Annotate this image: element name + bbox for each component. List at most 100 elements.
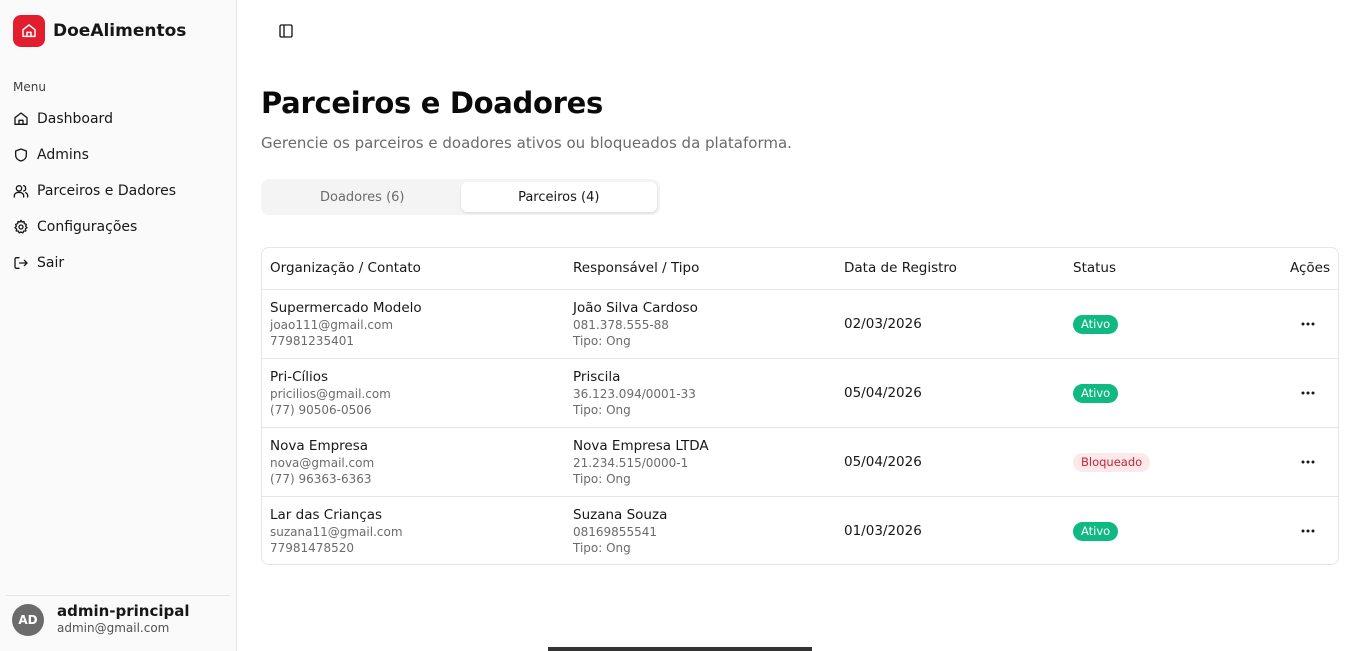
app-root: DoeAlimentos Menu Dashboard Admins Parce… — [0, 0, 1363, 651]
org-email: suzana11@gmail.com — [270, 524, 403, 539]
home-icon — [14, 112, 28, 125]
more-horizontal-icon — [1301, 529, 1315, 533]
row-actions-button[interactable] — [1296, 312, 1320, 336]
row-actions-button[interactable] — [1296, 381, 1320, 405]
sidebar-toggle-button[interactable] — [272, 17, 300, 45]
cell-organizacao: Supermercado Modelo joao111@gmail.com 77… — [262, 289, 565, 358]
cell-status: Ativo — [1065, 289, 1265, 358]
cell-acoes — [1265, 289, 1338, 358]
page-title: Parceiros e Doadores — [261, 86, 603, 120]
menu-label: Menu — [13, 80, 46, 94]
cell-data: 02/03/2026 — [844, 315, 922, 332]
org-phone: (77) 96363-6363 — [270, 471, 372, 486]
org-email: joao111@gmail.com — [270, 317, 394, 332]
user-name: admin-principal — [57, 602, 190, 620]
cell-status: Bloqueado — [1065, 427, 1265, 496]
col-header-acoes: Ações — [1265, 248, 1338, 290]
responsavel-tipo: Tipo: Ong — [573, 402, 631, 417]
responsavel-doc: 081.378.555-88 — [573, 317, 669, 332]
main-content: Parceiros e Doadores Gerencie os parceir… — [237, 0, 1363, 651]
sidebar-item-label: Admins — [37, 147, 89, 163]
page-subtitle: Gerencie os parceiros e doadores ativos … — [261, 134, 792, 152]
row-actions-button[interactable] — [1296, 519, 1320, 543]
tab-doadores[interactable]: Doadores (6) — [264, 182, 461, 212]
cell-data: 01/03/2026 — [844, 522, 922, 539]
cell-status: Ativo — [1065, 358, 1265, 427]
status-badge: Ativo — [1073, 315, 1119, 334]
more-horizontal-icon — [1301, 460, 1315, 464]
cell-responsavel: João Silva Cardoso 081.378.555-88 Tipo: … — [565, 289, 836, 358]
cell-responsavel: Priscila 36.123.094/0001-33 Tipo: Ong — [565, 358, 836, 427]
status-badge: Ativo — [1073, 384, 1119, 403]
responsavel-doc: 21.234.515/0000-1 — [573, 455, 689, 470]
status-badge: Ativo — [1073, 522, 1119, 542]
responsavel-name: Suzana Souza — [573, 506, 668, 523]
col-header-status: Status — [1065, 248, 1265, 290]
more-horizontal-icon — [1301, 391, 1315, 395]
table-row: Lar das Crianças suzana11@gmail.com 7798… — [262, 496, 1338, 564]
avatar: AD — [12, 603, 44, 636]
cell-data: 05/04/2026 — [844, 384, 922, 401]
sidebar-item-configuracoes[interactable]: Configurações — [6, 209, 228, 245]
org-phone: 77981235401 — [270, 333, 354, 348]
sidebar-item-parceiros[interactable]: Parceiros e Dadores — [6, 173, 228, 209]
table-row: Nova Empresa nova@gmail.com (77) 96363-6… — [262, 427, 1338, 496]
brand[interactable]: DoeAlimentos — [13, 15, 186, 47]
org-name: Nova Empresa — [270, 437, 369, 454]
table-row: Supermercado Modelo joao111@gmail.com 77… — [262, 289, 1338, 358]
cell-responsavel: Nova Empresa LTDA 21.234.515/0000-1 Tipo… — [565, 427, 836, 496]
responsavel-name: Nova Empresa LTDA — [573, 437, 709, 454]
row-actions-button[interactable] — [1296, 450, 1320, 474]
more-horizontal-icon — [1301, 322, 1315, 326]
cell-status: Ativo — [1065, 496, 1265, 564]
responsavel-name: João Silva Cardoso — [573, 299, 698, 316]
responsavel-tipo: Tipo: Ong — [573, 471, 631, 486]
col-header-responsavel: Responsável / Tipo — [565, 248, 836, 290]
tab-parceiros[interactable]: Parceiros (4) — [460, 182, 657, 212]
org-name: Pri-Cílios — [270, 368, 329, 385]
sidebar-item-admins[interactable]: Admins — [6, 137, 228, 173]
table-header-row: Organização / Contato Responsável / Tipo… — [262, 248, 1338, 290]
scroll-indicator — [548, 647, 812, 651]
table-row: Pri-Cílios pricilios@gmail.com (77) 9050… — [262, 358, 1338, 427]
sidebar-item-label: Parceiros e Dadores — [37, 183, 177, 199]
responsavel-name: Priscila — [573, 368, 621, 385]
cell-acoes — [1265, 496, 1338, 564]
gear-icon — [14, 219, 28, 234]
cell-organizacao: Lar das Crianças suzana11@gmail.com 7798… — [262, 496, 565, 564]
cell-acoes — [1265, 427, 1338, 496]
sidebar-item-label: Sair — [37, 255, 65, 271]
cell-acoes — [1265, 358, 1338, 427]
cell-organizacao: Nova Empresa nova@gmail.com (77) 96363-6… — [262, 427, 565, 496]
org-name: Supermercado Modelo — [270, 299, 422, 316]
cell-responsavel: Suzana Souza 08169855541 Tipo: Ong — [565, 496, 836, 564]
col-header-organizacao: Organização / Contato — [262, 248, 565, 290]
sidebar-item-dashboard[interactable]: Dashboard — [6, 101, 228, 137]
cell-organizacao: Pri-Cílios pricilios@gmail.com (77) 9050… — [262, 358, 565, 427]
cell-data: 05/04/2026 — [844, 453, 922, 470]
sidebar-item-sair[interactable]: Sair — [6, 245, 228, 281]
status-badge: Bloqueado — [1073, 453, 1151, 472]
org-phone: (77) 90506-0506 — [270, 402, 372, 417]
shield-icon — [15, 148, 27, 162]
user-info: admin-principal admin@gmail.com — [57, 603, 190, 636]
sidebar-nav: Dashboard Admins Parceiros e Dadores Con… — [6, 101, 228, 281]
responsavel-doc: 36.123.094/0001-33 — [573, 386, 696, 401]
store-icon — [13, 15, 45, 47]
brand-name: DoeAlimentos — [53, 21, 187, 41]
org-name: Lar das Crianças — [270, 506, 383, 523]
sidebar: DoeAlimentos Menu Dashboard Admins Parce… — [0, 0, 237, 651]
partners-table: Organização / Contato Responsável / Tipo… — [261, 247, 1339, 565]
user-email: admin@gmail.com — [57, 621, 170, 635]
responsavel-tipo: Tipo: Ong — [573, 540, 631, 555]
org-phone: 77981478520 — [270, 540, 354, 555]
sidebar-toggle-icon — [279, 24, 293, 38]
sidebar-item-label: Dashboard — [37, 111, 113, 127]
logout-icon — [14, 257, 28, 269]
user-menu[interactable]: AD admin-principal admin@gmail.com — [12, 603, 190, 636]
responsavel-doc: 08169855541 — [573, 524, 657, 539]
sidebar-item-label: Configurações — [37, 219, 138, 235]
org-email: pricilios@gmail.com — [270, 386, 391, 401]
tabs: Doadores (6) Parceiros (4) — [261, 179, 660, 215]
sidebar-divider — [6, 595, 230, 596]
